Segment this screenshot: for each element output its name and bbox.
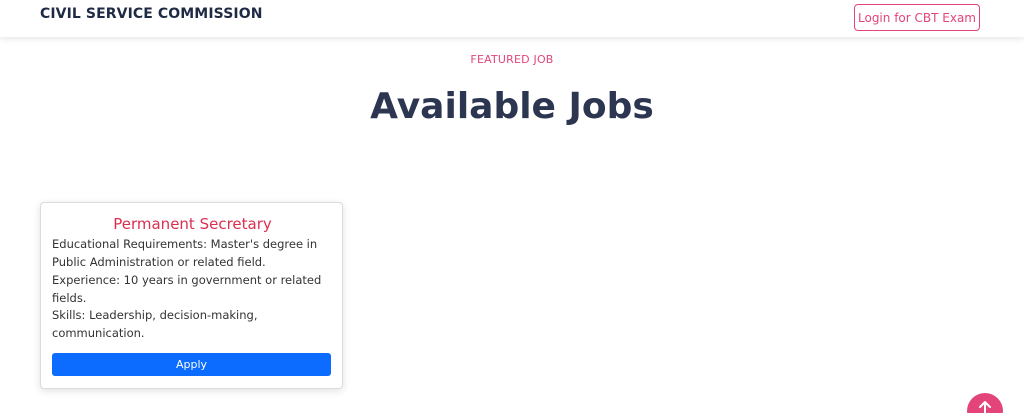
brand-title[interactable]: CIVIL SERVICE COMMISSION [40,6,263,22]
job-experience: Experience: 10 years in government or re… [52,272,322,307]
apply-button[interactable]: Apply [52,353,331,376]
arrow-up-icon [979,401,991,413]
section-kicker: FEATURED JOB [470,53,554,66]
experience-label: Experience: [52,273,121,287]
page-title: Available Jobs [370,86,654,127]
skills-label: Skills: [52,308,86,322]
job-title: Permanent Secretary [113,215,272,233]
job-education: Educational Requirements: Master's degre… [52,236,322,271]
education-label: Educational Requirements: [52,237,207,251]
login-cbt-button[interactable]: Login for CBT Exam [854,4,980,31]
top-navbar: CIVIL SERVICE COMMISSION Login for CBT E… [0,0,1024,37]
job-skills: Skills: Leadership, decision-making, com… [52,307,322,342]
scroll-to-top-button[interactable] [967,393,1003,413]
